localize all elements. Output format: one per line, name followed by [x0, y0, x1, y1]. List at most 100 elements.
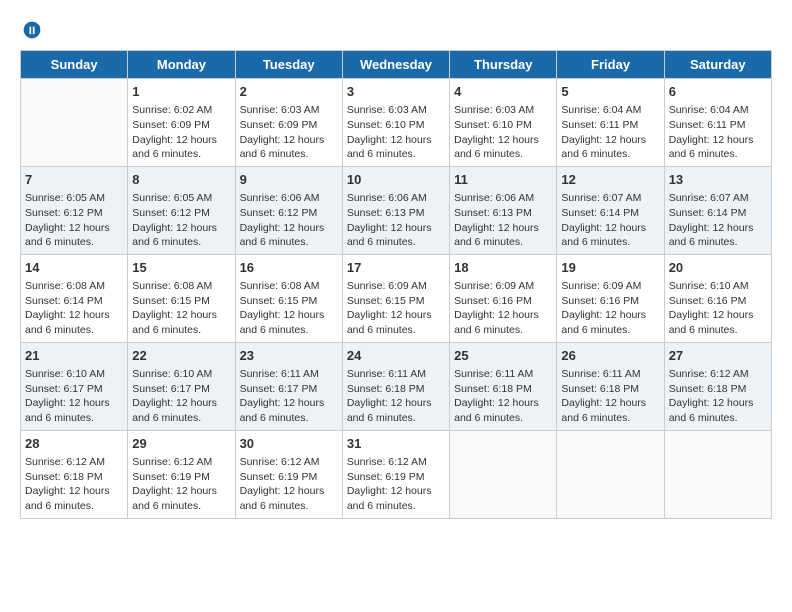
day-info: Sunrise: 6:10 AM Sunset: 6:17 PM Dayligh…: [25, 367, 123, 426]
day-number: 30: [240, 435, 338, 453]
calendar-day-cell: [664, 430, 771, 518]
calendar-day-cell: 1 Sunrise: 6:02 AM Sunset: 6:09 PM Daylig…: [128, 79, 235, 167]
day-info: Sunrise: 6:02 AM Sunset: 6:09 PM Dayligh…: [132, 103, 230, 162]
calendar-header-tuesday: Tuesday: [235, 51, 342, 79]
day-number: 4: [454, 83, 552, 101]
day-info: Sunrise: 6:03 AM Sunset: 6:10 PM Dayligh…: [347, 103, 445, 162]
day-number: 18: [454, 259, 552, 277]
day-info: Sunrise: 6:04 AM Sunset: 6:11 PM Dayligh…: [561, 103, 659, 162]
day-info: Sunrise: 6:09 AM Sunset: 6:16 PM Dayligh…: [454, 279, 552, 338]
calendar-day-cell: 25 Sunrise: 6:11 AM Sunset: 6:18 PM Dayli…: [450, 342, 557, 430]
calendar-day-cell: 7 Sunrise: 6:05 AM Sunset: 6:12 PM Daylig…: [21, 166, 128, 254]
calendar-day-cell: 20 Sunrise: 6:10 AM Sunset: 6:16 PM Dayli…: [664, 254, 771, 342]
calendar-header-thursday: Thursday: [450, 51, 557, 79]
calendar-day-cell: 27Sunrise: 6:12 AM Sunset: 6:18 PM Dayli…: [664, 342, 771, 430]
day-number: 31: [347, 435, 445, 453]
day-info: Sunrise: 6:11 AM Sunset: 6:18 PM Dayligh…: [347, 367, 445, 426]
calendar-day-cell: 24 Sunrise: 6:11 AM Sunset: 6:18 PM Dayli…: [342, 342, 449, 430]
day-info: Sunrise: 6:03 AM Sunset: 6:09 PM Dayligh…: [240, 103, 338, 162]
calendar-day-cell: 22 Sunrise: 6:10 AM Sunset: 6:17 PM Dayli…: [128, 342, 235, 430]
day-info: Sunrise: 6:09 AM Sunset: 6:15 PM Dayligh…: [347, 279, 445, 338]
day-number: 24: [347, 347, 445, 365]
day-info: Sunrise: 6:12 AM Sunset: 6:19 PM Dayligh…: [132, 455, 230, 514]
calendar-day-cell: 6Sunrise: 6:04 AM Sunset: 6:11 PM Daylig…: [664, 79, 771, 167]
calendar-day-cell: [21, 79, 128, 167]
day-number: 13: [669, 171, 767, 189]
day-number: 19: [561, 259, 659, 277]
calendar-day-cell: 14 Sunrise: 6:08 AM Sunset: 6:14 PM Dayli…: [21, 254, 128, 342]
calendar-day-cell: 12 Sunrise: 6:07 AM Sunset: 6:14 PM Dayli…: [557, 166, 664, 254]
calendar-day-cell: 9Sunrise: 6:06 AM Sunset: 6:12 PM Daylig…: [235, 166, 342, 254]
day-info: Sunrise: 6:12 AM Sunset: 6:18 PM Dayligh…: [25, 455, 123, 514]
day-number: 22: [132, 347, 230, 365]
day-number: 11: [454, 171, 552, 189]
calendar-day-cell: [450, 430, 557, 518]
calendar-header-row: SundayMondayTuesdayWednesdayThursdayFrid…: [21, 51, 772, 79]
calendar-day-cell: 31Sunrise: 6:12 AM Sunset: 6:19 PM Dayli…: [342, 430, 449, 518]
day-number: 6: [669, 83, 767, 101]
day-number: 3: [347, 83, 445, 101]
day-info: Sunrise: 6:10 AM Sunset: 6:17 PM Dayligh…: [132, 367, 230, 426]
day-number: 2: [240, 83, 338, 101]
day-number: 27: [669, 347, 767, 365]
day-info: Sunrise: 6:07 AM Sunset: 6:14 PM Dayligh…: [669, 191, 767, 250]
day-info: Sunrise: 6:05 AM Sunset: 6:12 PM Dayligh…: [132, 191, 230, 250]
day-info: Sunrise: 6:06 AM Sunset: 6:13 PM Dayligh…: [454, 191, 552, 250]
calendar-week-row: 7 Sunrise: 6:05 AM Sunset: 6:12 PM Daylig…: [21, 166, 772, 254]
calendar-header-sunday: Sunday: [21, 51, 128, 79]
day-number: 21: [25, 347, 123, 365]
calendar-day-cell: 4 Sunrise: 6:03 AM Sunset: 6:10 PM Daylig…: [450, 79, 557, 167]
header: [20, 20, 772, 40]
day-info: Sunrise: 6:03 AM Sunset: 6:10 PM Dayligh…: [454, 103, 552, 162]
day-info: Sunrise: 6:12 AM Sunset: 6:19 PM Dayligh…: [240, 455, 338, 514]
calendar-day-cell: 16Sunrise: 6:08 AM Sunset: 6:15 PM Dayli…: [235, 254, 342, 342]
day-number: 1: [132, 83, 230, 101]
day-number: 28: [25, 435, 123, 453]
calendar-day-cell: 5 Sunrise: 6:04 AM Sunset: 6:11 PM Daylig…: [557, 79, 664, 167]
day-info: Sunrise: 6:10 AM Sunset: 6:16 PM Dayligh…: [669, 279, 767, 338]
calendar-header-monday: Monday: [128, 51, 235, 79]
logo-icon: [22, 20, 42, 40]
calendar-week-row: 14 Sunrise: 6:08 AM Sunset: 6:14 PM Dayli…: [21, 254, 772, 342]
day-info: Sunrise: 6:06 AM Sunset: 6:13 PM Dayligh…: [347, 191, 445, 250]
day-number: 12: [561, 171, 659, 189]
calendar-week-row: 21 Sunrise: 6:10 AM Sunset: 6:17 PM Dayli…: [21, 342, 772, 430]
day-info: Sunrise: 6:08 AM Sunset: 6:15 PM Dayligh…: [132, 279, 230, 338]
calendar-day-cell: 3 Sunrise: 6:03 AM Sunset: 6:10 PM Daylig…: [342, 79, 449, 167]
calendar-week-row: 28 Sunrise: 6:12 AM Sunset: 6:18 PM Dayli…: [21, 430, 772, 518]
day-number: 20: [669, 259, 767, 277]
calendar-day-cell: [557, 430, 664, 518]
calendar-day-cell: 28 Sunrise: 6:12 AM Sunset: 6:18 PM Dayli…: [21, 430, 128, 518]
day-number: 5: [561, 83, 659, 101]
calendar-day-cell: 17 Sunrise: 6:09 AM Sunset: 6:15 PM Dayli…: [342, 254, 449, 342]
day-info: Sunrise: 6:05 AM Sunset: 6:12 PM Dayligh…: [25, 191, 123, 250]
day-number: 25: [454, 347, 552, 365]
calendar-header-saturday: Saturday: [664, 51, 771, 79]
day-number: 14: [25, 259, 123, 277]
calendar-header-friday: Friday: [557, 51, 664, 79]
day-number: 9: [240, 171, 338, 189]
day-number: 10: [347, 171, 445, 189]
day-info: Sunrise: 6:11 AM Sunset: 6:17 PM Dayligh…: [240, 367, 338, 426]
calendar-day-cell: 30 Sunrise: 6:12 AM Sunset: 6:19 PM Dayli…: [235, 430, 342, 518]
day-info: Sunrise: 6:08 AM Sunset: 6:14 PM Dayligh…: [25, 279, 123, 338]
day-number: 16: [240, 259, 338, 277]
day-number: 17: [347, 259, 445, 277]
calendar-day-cell: 10 Sunrise: 6:06 AM Sunset: 6:13 PM Dayli…: [342, 166, 449, 254]
calendar-day-cell: 11 Sunrise: 6:06 AM Sunset: 6:13 PM Dayli…: [450, 166, 557, 254]
day-info: Sunrise: 6:07 AM Sunset: 6:14 PM Dayligh…: [561, 191, 659, 250]
calendar-day-cell: 21 Sunrise: 6:10 AM Sunset: 6:17 PM Dayli…: [21, 342, 128, 430]
day-info: Sunrise: 6:11 AM Sunset: 6:18 PM Dayligh…: [561, 367, 659, 426]
calendar-day-cell: 26 Sunrise: 6:11 AM Sunset: 6:18 PM Dayli…: [557, 342, 664, 430]
day-number: 26: [561, 347, 659, 365]
calendar-day-cell: 8Sunrise: 6:05 AM Sunset: 6:12 PM Daylig…: [128, 166, 235, 254]
day-info: Sunrise: 6:11 AM Sunset: 6:18 PM Dayligh…: [454, 367, 552, 426]
logo: [20, 20, 42, 40]
calendar-header-wednesday: Wednesday: [342, 51, 449, 79]
day-info: Sunrise: 6:09 AM Sunset: 6:16 PM Dayligh…: [561, 279, 659, 338]
day-number: 23: [240, 347, 338, 365]
day-number: 7: [25, 171, 123, 189]
calendar-week-row: 1 Sunrise: 6:02 AM Sunset: 6:09 PM Daylig…: [21, 79, 772, 167]
calendar-day-cell: 18 Sunrise: 6:09 AM Sunset: 6:16 PM Dayli…: [450, 254, 557, 342]
calendar-day-cell: 23 Sunrise: 6:11 AM Sunset: 6:17 PM Dayli…: [235, 342, 342, 430]
